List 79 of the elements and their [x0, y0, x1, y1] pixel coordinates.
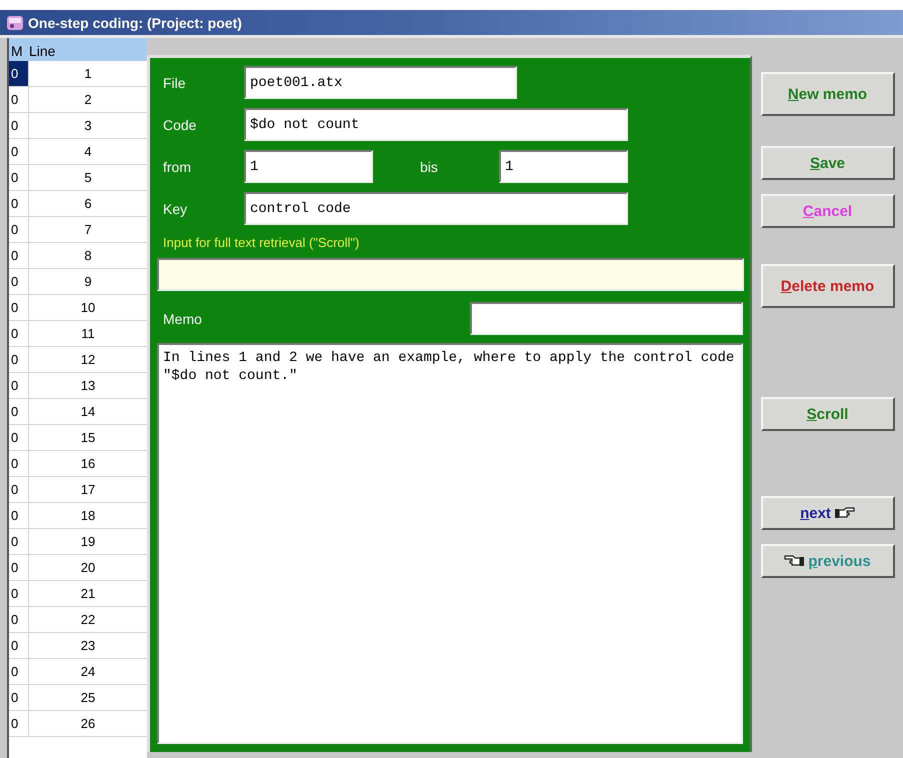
table-cell: 0	[9, 529, 29, 554]
table-cell: 0	[9, 633, 29, 658]
table-cell-text: 20	[80, 559, 96, 577]
table-cell-text: 18	[80, 507, 96, 525]
table-cell-text: 26	[80, 715, 96, 733]
table-cell: 0	[9, 243, 29, 268]
key-field[interactable]: control code	[244, 192, 628, 225]
pointing-hand-icon	[834, 507, 855, 519]
table-cell-text: 3	[83, 117, 93, 135]
table-cell: 0	[9, 139, 29, 164]
code-field[interactable]: $do not count	[244, 108, 628, 141]
table-cell-text: 21	[80, 585, 96, 603]
table-cell: 0	[9, 555, 29, 580]
table-cell-text: 19	[80, 533, 96, 551]
memo-text-area[interactable]: In lines 1 and 2 we have an example, where to apply the control code "$do not count."	[157, 343, 743, 744]
action-button[interactable]: Delete memo	[760, 264, 894, 308]
table-cell: 0	[9, 451, 29, 476]
window-title: One-step coding: (Project: poet)	[28, 14, 242, 30]
table-cell-text: 10	[80, 299, 96, 317]
table-cell-text: 11	[80, 325, 96, 343]
memo-field[interactable]	[470, 302, 743, 335]
action-button[interactable]: Save	[760, 146, 894, 180]
field-label: from	[162, 158, 192, 174]
table-cell: 0	[9, 295, 29, 320]
table-cell-text: 1	[83, 65, 93, 83]
next-button[interactable]: next	[760, 496, 894, 530]
table-cell-text: 25	[80, 689, 96, 707]
action-button[interactable]: Scroll	[760, 397, 894, 431]
table-cell: 0	[9, 191, 29, 216]
table-cell-text: 24	[80, 663, 96, 681]
table-cell: 0	[9, 659, 29, 684]
table-cell: 0	[9, 165, 29, 190]
field-label: bis	[419, 158, 439, 174]
table-cell-text: 5	[83, 169, 93, 187]
table-cell: 0	[9, 87, 29, 112]
table-cell-text: 2	[83, 91, 93, 109]
bis-field[interactable]: 1	[499, 150, 628, 183]
pointing-hand-icon	[784, 555, 804, 567]
table-cell-text: 8	[83, 247, 93, 265]
table-cell-text: 4	[83, 143, 93, 161]
column-header: M	[10, 43, 24, 59]
table-cell-text: 7	[83, 221, 93, 239]
table-cell: 0	[9, 113, 29, 138]
table-cell: 0	[9, 269, 29, 294]
column-header: Line	[29, 43, 56, 59]
field-label: Memo	[162, 310, 203, 326]
table-cell: 0	[9, 685, 29, 710]
table-cell: 0	[9, 477, 29, 502]
table-cell: 0	[9, 503, 29, 528]
retrieval-field[interactable]	[157, 258, 744, 291]
table-cell: 0	[9, 581, 29, 606]
table-cell-text: 9	[83, 273, 93, 291]
table-cell: 0	[9, 217, 29, 242]
table-cell-text: 13	[80, 377, 96, 395]
table-cell-text: 22	[80, 611, 96, 629]
table-cell: 0	[9, 347, 29, 372]
table-cell-text: 6	[83, 195, 93, 213]
action-button[interactable]: New memo	[760, 72, 894, 116]
retrieval-label: Input for full text retrieval ("Scroll")	[162, 235, 360, 250]
field-label: File	[162, 74, 187, 90]
table-cell: 0	[9, 607, 29, 632]
table-cell-text: 16	[80, 455, 96, 473]
app-icon	[6, 14, 24, 30]
table-cell: 0	[9, 61, 29, 86]
table-cell: 0	[9, 321, 29, 346]
field-label: Code	[162, 116, 198, 132]
table-cell-text: 23	[80, 637, 96, 655]
table-cell: 0	[9, 399, 29, 424]
table-cell-text: 17	[80, 481, 96, 499]
table-cell-text: 14	[80, 403, 96, 421]
table-cell: 0	[9, 425, 29, 450]
file-field[interactable]: poet001.atx	[244, 66, 517, 99]
from-field[interactable]: 1	[244, 150, 373, 183]
table-cell-text: 12	[80, 351, 96, 369]
table-cell: 0	[9, 373, 29, 398]
table-cell: 0	[9, 711, 29, 736]
field-label: Key	[162, 200, 188, 216]
table-row[interactable]: 0 1	[9, 61, 147, 87]
table-cell-text: 15	[80, 429, 96, 447]
